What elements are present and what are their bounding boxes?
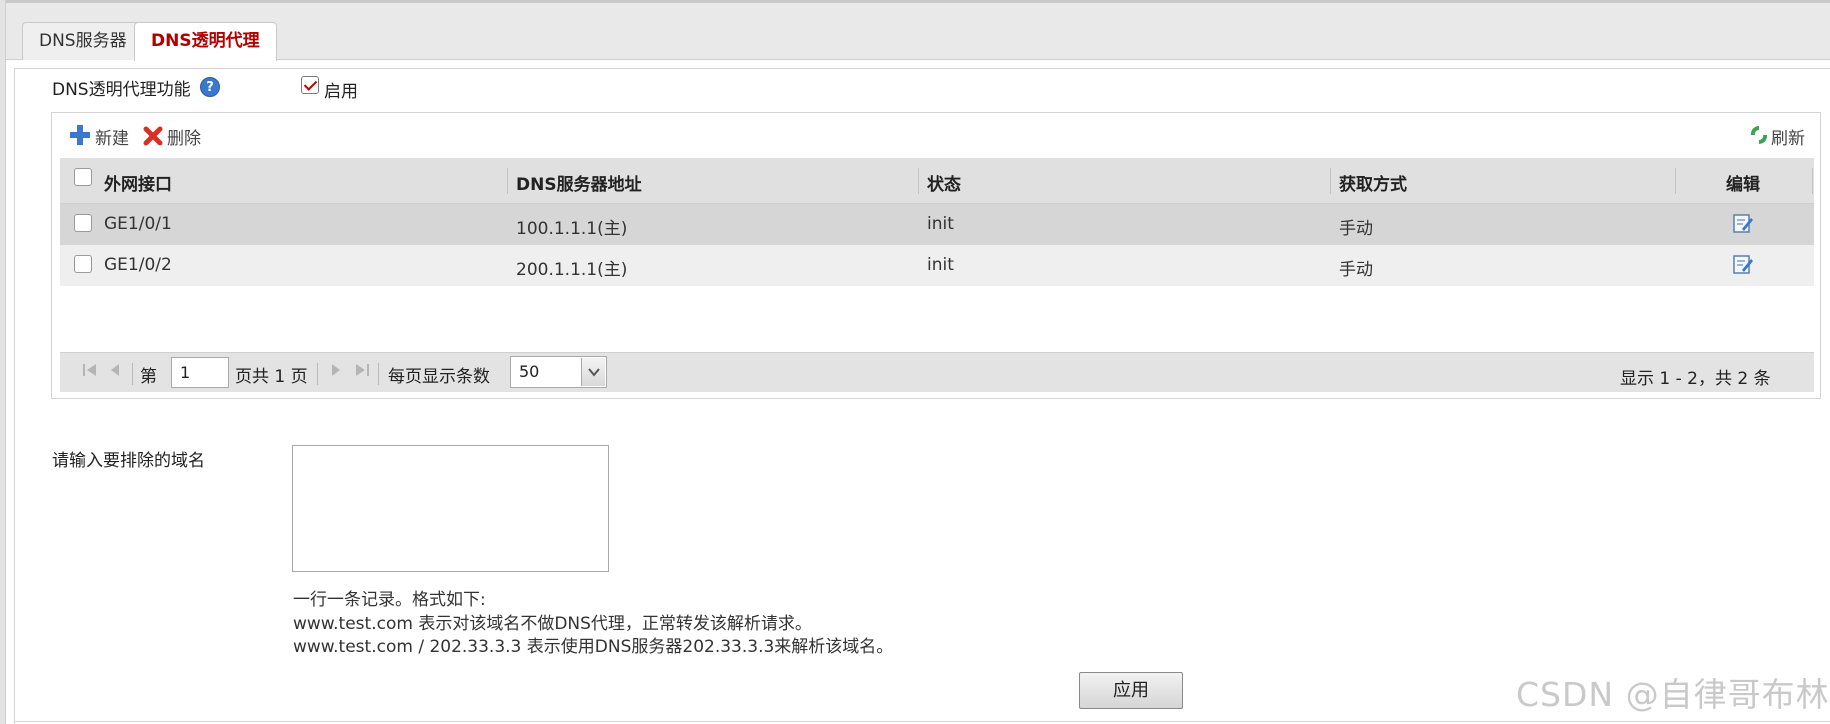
cell-status: init [927,214,954,234]
pager-summary: 显示 1 - 2，共 2 条 [1620,369,1771,389]
help-icon[interactable]: ? [200,77,220,97]
table-row[interactable]: GE1/0/2 200.1.1.1(主) init 手动 [60,245,1814,286]
column-separator [1330,168,1331,194]
watermark: CSDN @自律哥布林 [1516,675,1830,714]
row-checkbox[interactable] [74,214,92,232]
column-separator [507,168,508,194]
column-header-edit: 编辑 [1726,175,1760,195]
pager-separator [132,363,133,385]
table-row[interactable]: GE1/0/1 100.1.1.1(主) init 手动 [60,204,1814,245]
tab-strip: DNS服务器 DNS透明代理 [6,3,1830,61]
page-prefix-label: 第 [140,367,157,387]
delete-button-label: 删除 [167,129,201,149]
column-separator [1675,168,1676,194]
exclude-help-line-1: 一行一条记录。格式如下: [293,590,486,610]
per-page-select[interactable]: 50 [510,356,607,388]
next-page-icon[interactable] [328,360,344,384]
dropdown-arrow-icon[interactable] [581,358,605,386]
enable-checkbox[interactable] [301,76,319,94]
cell-interface: GE1/0/1 [104,214,172,234]
tab-dns-transparent-proxy[interactable]: DNS透明代理 [134,22,277,61]
column-header-dns-address[interactable]: DNS服务器地址 [516,170,642,195]
refresh-button-label: 刷新 [1771,129,1805,149]
edit-icon[interactable] [1732,253,1754,279]
column-header-status[interactable]: 状态 [927,170,961,195]
proxy-feature-label: DNS透明代理功能 [52,80,191,100]
column-header-interface[interactable]: 外网接口 [104,170,172,195]
add-icon [69,124,91,150]
exclude-help-line-2: www.test.com 表示对该域名不做DNS代理，正常转发该解析请求。 [293,614,812,634]
cell-dns-address: 100.1.1.1(主) [516,219,628,239]
page-number-input[interactable]: 1 [171,357,229,388]
column-header-method[interactable]: 获取方式 [1339,170,1407,195]
cell-status: init [927,255,954,275]
pager-separator [378,363,379,385]
tab-dns-server[interactable]: DNS服务器 [22,22,144,60]
exclude-domain-label: 请输入要排除的域名 [52,451,205,471]
content-bottom-border [14,721,1830,722]
apply-button[interactable]: 应用 [1079,672,1183,709]
delete-icon [143,126,163,150]
enable-label: 启用 [324,82,358,102]
last-page-icon[interactable] [352,360,372,384]
column-separator [918,168,919,194]
row-checkbox[interactable] [74,255,92,273]
select-all-checkbox[interactable] [74,168,92,186]
per-page-label: 每页显示条数 [388,367,490,387]
cell-interface: GE1/0/2 [104,255,172,275]
refresh-icon [1749,124,1769,150]
prev-page-icon[interactable] [107,360,123,384]
cell-method: 手动 [1339,260,1373,280]
left-frame-bar [0,0,6,724]
new-button-label: 新建 [95,129,129,149]
column-separator [1812,168,1813,194]
per-page-value: 50 [519,362,540,381]
cell-dns-address: 200.1.1.1(主) [516,260,628,280]
interface-table: 外网接口 DNS服务器地址 状态 获取方式 编辑 GE1/0/1 100.1.1… [60,158,1814,392]
exclude-help-line-3: www.test.com / 202.33.3.3 表示使用DNS服务器202.… [293,637,894,657]
table-header: 外网接口 DNS服务器地址 状态 获取方式 编辑 [60,158,1814,204]
cell-method: 手动 [1339,219,1373,239]
pagination-bar: 第 1 页共 1 页 每页显示条数 50 显示 1 - 2，共 2 条 [60,352,1814,392]
exclude-domain-textarea[interactable] [292,445,609,572]
first-page-icon[interactable] [80,360,100,384]
pager-separator [317,363,318,385]
page-total-label: 页共 1 页 [235,367,308,387]
edit-icon[interactable] [1732,212,1754,238]
